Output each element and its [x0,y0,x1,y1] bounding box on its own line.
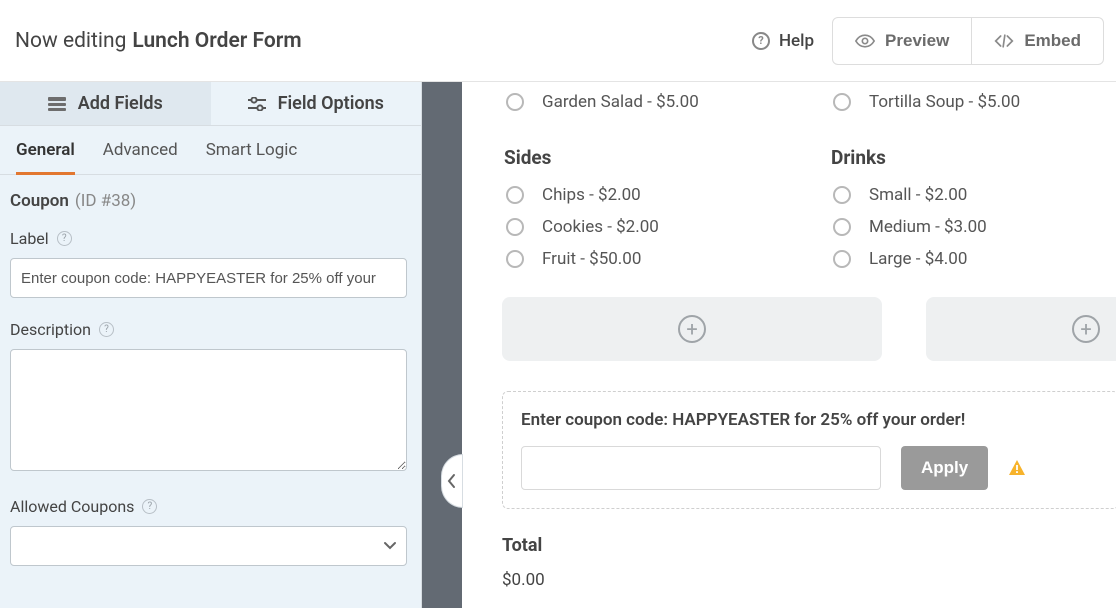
plus-icon: + [1072,315,1100,343]
add-field-zone-left[interactable]: + [502,297,882,361]
embed-button[interactable]: Embed [971,17,1104,65]
drinks-title: Drinks [831,146,1112,169]
warning-icon [1008,459,1026,477]
help-label: Help [779,31,814,51]
sub-tabs: General Advanced Smart Logic [0,126,421,175]
help-link[interactable]: ? Help [734,31,832,51]
option-label: Medium - $3.00 [869,217,987,237]
option-label: Tortilla Soup - $5.00 [869,92,1020,112]
label-label: Label ? [10,229,407,248]
radio-option[interactable]: Small - $2.00 [829,183,1112,207]
sidebar-tabs: Add Fields Field Options [0,82,421,126]
help-icon[interactable]: ? [57,231,72,246]
radio-icon [833,93,851,111]
sliders-icon [248,97,266,111]
option-label: Large - $4.00 [869,249,967,269]
radio-icon [506,93,524,111]
sidebar: Add Fields Field Options General Advance… [0,82,422,608]
panel-heading: Coupon (ID #38) [10,191,407,211]
form-preview: Garden Salad - $5.00 Tortilla Soup - $5.… [462,82,1116,608]
sides-title: Sides [504,146,785,169]
total-value: $0.00 [502,570,1112,590]
tab-field-options[interactable]: Field Options [211,82,422,125]
option-label: Chips - $2.00 [542,185,641,205]
title-prefix: Now editing [15,29,126,53]
coupon-field-block[interactable]: Enter coupon code: HAPPYEASTER for 25% o… [502,391,1116,509]
option-label: Small - $2.00 [869,185,967,205]
label-input[interactable] [10,258,407,298]
label-label-text: Label [10,229,49,248]
radio-icon [506,186,524,204]
radio-icon [833,186,851,204]
radio-icon [506,218,524,236]
apply-label: Apply [921,458,968,477]
page-title: Now editing Lunch Order Form [12,29,302,53]
preview-button[interactable]: Preview [832,17,972,65]
sub-tab-smart-logic[interactable]: Smart Logic [206,140,298,174]
code-icon [994,34,1014,48]
top-right-col: Tortilla Soup - $5.00 [829,90,1112,116]
option-label: Cookies - $2.00 [542,217,659,237]
field-settings-panel: Coupon (ID #38) Label ? Description ? [0,175,421,608]
apply-button[interactable]: Apply [901,446,988,490]
radio-icon [833,250,851,268]
add-zone-row: + + [502,297,1112,361]
radio-option[interactable]: Cookies - $2.00 [502,215,785,239]
top-options-row: Garden Salad - $5.00 Tortilla Soup - $5.… [502,90,1112,116]
field-id: (ID #38) [75,191,136,211]
top-bar: Now editing Lunch Order Form ? Help Prev… [0,0,1116,82]
radio-option[interactable]: Chips - $2.00 [502,183,785,207]
top-left-col: Garden Salad - $5.00 [502,90,785,116]
radio-option[interactable]: Tortilla Soup - $5.00 [829,90,1112,114]
coupon-field-label: Enter coupon code: HAPPYEASTER for 25% o… [521,410,1100,430]
main: Add Fields Field Options General Advance… [0,82,1116,608]
radio-option[interactable]: Large - $4.00 [829,247,1112,271]
sub-tab-advanced[interactable]: Advanced [103,140,178,174]
radio-option[interactable]: Garden Salad - $5.00 [502,90,785,114]
radio-option[interactable]: Fruit - $50.00 [502,247,785,271]
radio-icon [506,250,524,268]
description-textarea[interactable] [10,349,407,471]
plus-icon: + [678,315,706,343]
panel-divider [422,82,462,608]
allowed-coupons-select-wrap [10,526,407,566]
eye-icon [855,34,875,48]
total-label: Total [502,535,1112,556]
drinks-col: Drinks Small - $2.00 Medium - $3.00 Larg… [829,116,1112,279]
row-allowed-coupons: Allowed Coupons ? [10,497,407,566]
allowed-coupons-label-text: Allowed Coupons [10,497,134,516]
allowed-coupons-select[interactable] [10,526,407,566]
radio-option[interactable]: Medium - $3.00 [829,215,1112,239]
sub-tab-general[interactable]: General [16,140,75,175]
preview-label: Preview [885,31,949,51]
add-field-zone-right[interactable]: + [926,297,1116,361]
tab-add-fields[interactable]: Add Fields [0,82,211,125]
radio-icon [833,218,851,236]
embed-label: Embed [1024,31,1081,51]
help-icon: ? [752,32,770,50]
help-icon[interactable]: ? [142,499,157,514]
option-label: Fruit - $50.00 [542,249,641,269]
field-type-name: Coupon [10,191,69,211]
coupon-code-input[interactable] [521,446,881,490]
chevron-left-icon [447,473,457,489]
sides-col: Sides Chips - $2.00 Cookies - $2.00 Frui… [502,116,785,279]
add-fields-icon [48,97,66,111]
option-label: Garden Salad - $5.00 [542,92,699,112]
description-label: Description ? [10,320,407,339]
row-label: Label ? [10,229,407,298]
allowed-coupons-label: Allowed Coupons ? [10,497,407,516]
mid-section-row: Sides Chips - $2.00 Cookies - $2.00 Frui… [502,116,1112,279]
description-label-text: Description [10,320,91,339]
collapse-handle[interactable] [441,454,463,508]
coupon-input-row: Apply [521,446,1100,490]
row-description: Description ? [10,320,407,475]
title-form-name: Lunch Order Form [132,29,301,53]
help-icon[interactable]: ? [99,322,114,337]
top-bar-actions: ? Help Preview Embed [734,17,1104,65]
tab-add-fields-label: Add Fields [78,93,163,114]
tab-field-options-label: Field Options [278,93,384,114]
